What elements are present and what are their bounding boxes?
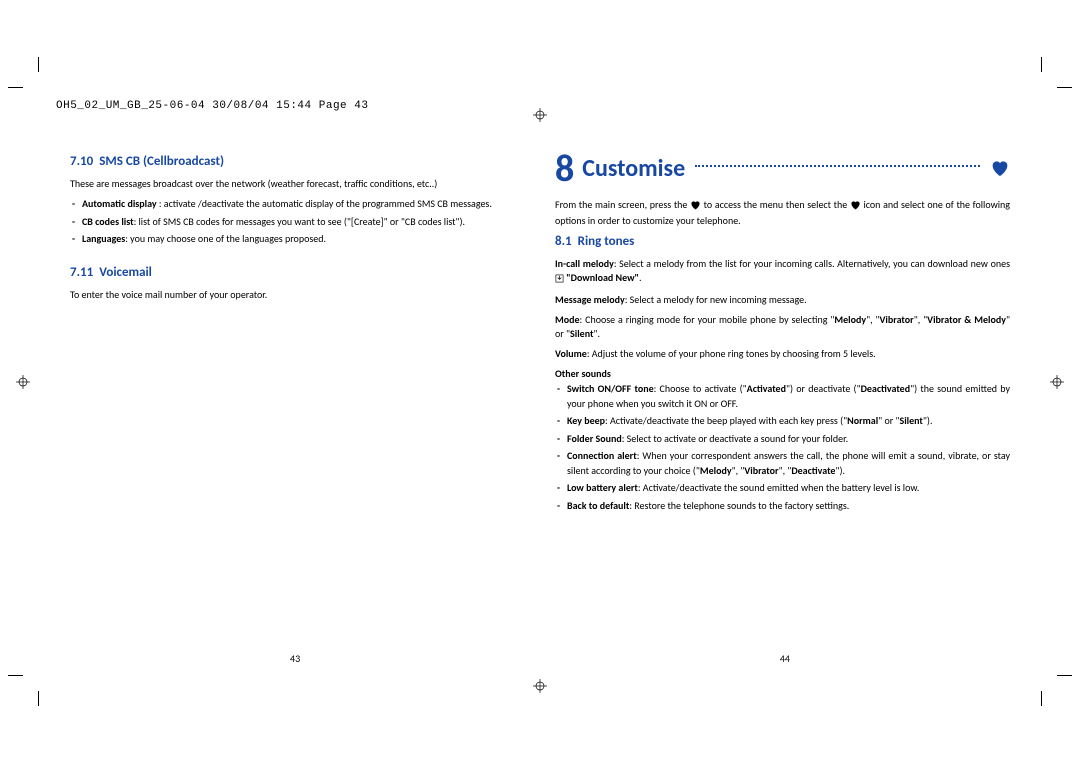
section-title: Ring tones (578, 234, 635, 249)
body-text: In-call melody: Select a melody from the… (555, 257, 1010, 287)
heart-icon (990, 159, 1010, 180)
section-heading: 8.1 Ring tones (555, 234, 1010, 249)
chapter-heading: 8 Customise (555, 150, 1010, 188)
sub-heading: Other sounds (555, 367, 1010, 380)
list-item: Low battery alert: Activate/deactivate t… (555, 481, 1010, 496)
page-spread: 7.10 SMS CB (Cellbroadcast) These are mes… (70, 150, 1010, 516)
section-number: 7.11 (70, 265, 93, 280)
chapter-title: Customise (582, 157, 685, 181)
left-page: 7.10 SMS CB (Cellbroadcast) These are mes… (70, 150, 525, 516)
chapter-number: 8 (555, 150, 574, 188)
list-item: CB codes list: list of SMS CB codes for … (70, 215, 525, 230)
list-item: Switch ON/OFF tone: Choose to activate (… (555, 382, 1010, 411)
right-page: 8 Customise From the main screen, press … (555, 150, 1010, 516)
section-number: 7.10 (70, 154, 93, 169)
body-text: Volume: Adjust the volume of your phone … (555, 347, 1010, 361)
leader-dots (695, 165, 980, 167)
section-heading: 7.10 SMS CB (Cellbroadcast) (70, 154, 525, 169)
list-item: Connection alert: When your corresponden… (555, 449, 1010, 478)
list-item: Automatic display : activate /deactivate… (70, 197, 525, 212)
section-title: SMS CB (Cellbroadcast) (99, 154, 224, 169)
body-text: To enter the voice mail number of your o… (70, 288, 525, 302)
page-number-right: 44 (780, 652, 790, 665)
bullet-list: Switch ON/OFF tone: Choose to activate (… (555, 382, 1010, 513)
registration-mark-icon (533, 679, 547, 693)
registration-mark-icon (533, 108, 547, 122)
section-number: 8.1 (555, 234, 572, 249)
section-intro: These are messages broadcast over the ne… (70, 177, 525, 191)
list-item: Folder Sound: Select to activate or deac… (555, 432, 1010, 447)
section-heading: 7.11 Voicemail (70, 265, 525, 280)
list-item: Languages: you may choose one of the lan… (70, 232, 525, 247)
registration-mark-icon (1050, 375, 1064, 389)
bullet-list: Automatic display : activate /deactivate… (70, 197, 525, 247)
section-title: Voicemail (99, 265, 152, 280)
chapter-intro: From the main screen, press the to acces… (555, 198, 1010, 228)
download-icon (555, 273, 564, 287)
page-number-left: 43 (290, 652, 300, 665)
list-item: Key beep: Activate/deactivate the beep p… (555, 414, 1010, 429)
page-header-meta: OH5_02_UM_GB_25-06-04 30/08/04 15:44 Pag… (56, 100, 368, 112)
body-text: Mode: Choose a ringing mode for your mob… (555, 313, 1010, 341)
body-text: Message melody: Select a melody for new … (555, 293, 1010, 307)
heart-icon (690, 200, 701, 214)
heart-icon (850, 200, 861, 214)
registration-mark-icon (16, 375, 30, 389)
list-item: Back to default: Restore the telephone s… (555, 499, 1010, 514)
